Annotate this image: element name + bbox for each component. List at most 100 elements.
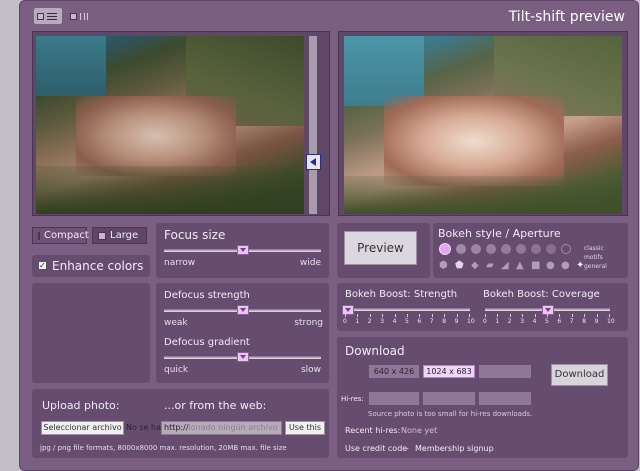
compact-label: Compact (44, 230, 89, 241)
coverage-tick-label: 6 (557, 318, 562, 325)
choose-file-button[interactable]: Seleccionar archivo (41, 421, 124, 435)
hexagon-icon[interactable]: ⬢ (439, 261, 448, 271)
left-info-panel (32, 283, 150, 383)
strength-tick-label: 7 (429, 318, 434, 325)
square-icon (38, 231, 40, 240)
coverage-tick-label: 0 (483, 318, 487, 325)
hires-option-button[interactable] (369, 392, 419, 405)
use-this-button[interactable]: Use this (285, 421, 325, 435)
strength-tick-mark (382, 314, 384, 317)
arrow-left-icon (310, 158, 316, 166)
link-separator: - (406, 444, 409, 453)
dot-icon[interactable]: ● (561, 261, 570, 271)
bokeh-coverage-thumb[interactable] (542, 305, 554, 315)
hires-note: Source photo is too small for hi-res dow… (368, 410, 533, 418)
coverage-tick-label: 3 (520, 318, 525, 325)
bokeh-option[interactable] (516, 244, 526, 254)
strength-tick-mark (345, 314, 346, 317)
focus-size-panel: Focus size narrow wide (156, 223, 329, 278)
circle-icon[interactable]: ● (546, 261, 555, 271)
legend-classic: classic (584, 245, 604, 252)
list-icon (47, 12, 57, 20)
size-1024-button[interactable]: 1024 x 683 (423, 365, 475, 378)
strength-tick-mark (469, 314, 470, 317)
download-panel: Download 640 x 426 1024 x 683 Download H… (337, 337, 628, 458)
download-button[interactable]: Download (551, 364, 608, 386)
bokeh-option[interactable] (486, 244, 496, 254)
defocus-panel: Defocus strength weak strong Defocus gra… (156, 283, 329, 383)
size-option-button[interactable] (479, 365, 531, 378)
triangle-up-icon[interactable]: ▲ (516, 261, 524, 271)
preview-button[interactable]: Preview (344, 231, 417, 265)
strength-tick-mark (431, 314, 433, 317)
strength-tick-label: 6 (417, 318, 422, 325)
coverage-tick-mark (509, 314, 511, 317)
focus-size-thumb[interactable] (237, 245, 249, 255)
membership-signup-link[interactable]: Membership signup (415, 444, 494, 453)
bokeh-option[interactable] (546, 244, 556, 254)
bokeh-strength-slider[interactable] (345, 308, 470, 311)
coverage-tick-label: 8 (582, 318, 587, 325)
bokeh-option[interactable] (561, 244, 571, 254)
focus-position-track[interactable] (309, 36, 317, 214)
bokeh-option[interactable] (501, 244, 511, 254)
pentagon-icon[interactable]: ⬟ (455, 261, 464, 271)
strength-tick-label: 4 (392, 318, 397, 325)
coverage-tick-mark (547, 314, 548, 317)
defocus-strength-title: Defocus strength (164, 290, 250, 301)
bokeh-circle-option[interactable] (439, 243, 451, 255)
bokeh-option[interactable] (471, 244, 481, 254)
focus-narrow-label: narrow (164, 258, 196, 268)
defocus-quick-label: quick (164, 365, 189, 375)
bokeh-coverage-title: Bokeh Boost: Coverage (483, 289, 600, 300)
compact-size-button[interactable]: Compact (32, 227, 89, 244)
app-window: Tilt-shift preview Compact Large ✓ Enhan… (19, 0, 639, 471)
focus-size-title: Focus size (164, 228, 226, 242)
strength-tick-mark (444, 314, 446, 317)
size-640-button[interactable]: 640 x 426 (369, 365, 419, 378)
defocus-gradient-title: Defocus gradient (164, 337, 250, 348)
columns-icon (80, 12, 88, 20)
coverage-tick-mark (571, 314, 573, 317)
strength-tick-label: 0 (343, 318, 347, 325)
diamond-icon[interactable]: ◆ (471, 261, 479, 271)
view-list-toggle[interactable] (34, 8, 62, 24)
focus-position-handle[interactable] (306, 154, 321, 170)
defocus-slow-label: slow (300, 365, 321, 375)
view-columns-toggle[interactable] (67, 8, 95, 24)
square-icon (70, 12, 77, 20)
hires-option-button[interactable] (423, 392, 475, 405)
defocus-gradient-thumb[interactable] (237, 352, 249, 362)
credit-code-link[interactable]: Use credit code (345, 444, 407, 453)
strength-tick-mark (394, 314, 396, 317)
enhance-panel: ✓ Enhance colors (32, 255, 150, 277)
enhance-colors-checkbox[interactable]: ✓ (38, 261, 47, 270)
strength-tick-mark (419, 314, 421, 317)
coverage-tick-label: 5 (545, 318, 549, 325)
upload-title: Upload photo: (42, 399, 120, 412)
coverage-tick-mark (584, 314, 586, 317)
file-status-text: No se ha (126, 423, 162, 432)
bokeh-option[interactable] (531, 244, 541, 254)
legend-motifs: motifs (584, 254, 603, 261)
url-value: http:// (164, 423, 189, 432)
coverage-tick-label: 7 (569, 318, 574, 325)
recent-hires-label: Recent hi-res: (345, 426, 401, 435)
bokeh-option[interactable] (456, 244, 466, 254)
coverage-tick-label: 10 (607, 318, 615, 325)
square-shape-icon[interactable]: ■ (531, 261, 540, 271)
triangle-icon[interactable]: ◢ (501, 261, 509, 271)
parallelogram-icon[interactable]: ▰ (486, 261, 494, 271)
coverage-tick-mark (609, 314, 610, 317)
coverage-tick-mark (522, 314, 524, 317)
coverage-tick-label: 2 (507, 318, 512, 325)
hires-option-button[interactable] (479, 392, 531, 405)
app-title: Tilt-shift preview (508, 9, 625, 25)
strength-tick-mark (369, 314, 371, 317)
defocus-strength-thumb[interactable] (237, 305, 249, 315)
url-input[interactable]: http://ionado ningún archivo (161, 421, 282, 435)
large-size-button[interactable]: Large (92, 227, 147, 244)
upload-panel: Upload photo: ...or from the web: Selecc… (32, 389, 329, 458)
bokeh-strength-thumb[interactable] (342, 305, 354, 315)
coverage-tick-label: 4 (532, 318, 537, 325)
